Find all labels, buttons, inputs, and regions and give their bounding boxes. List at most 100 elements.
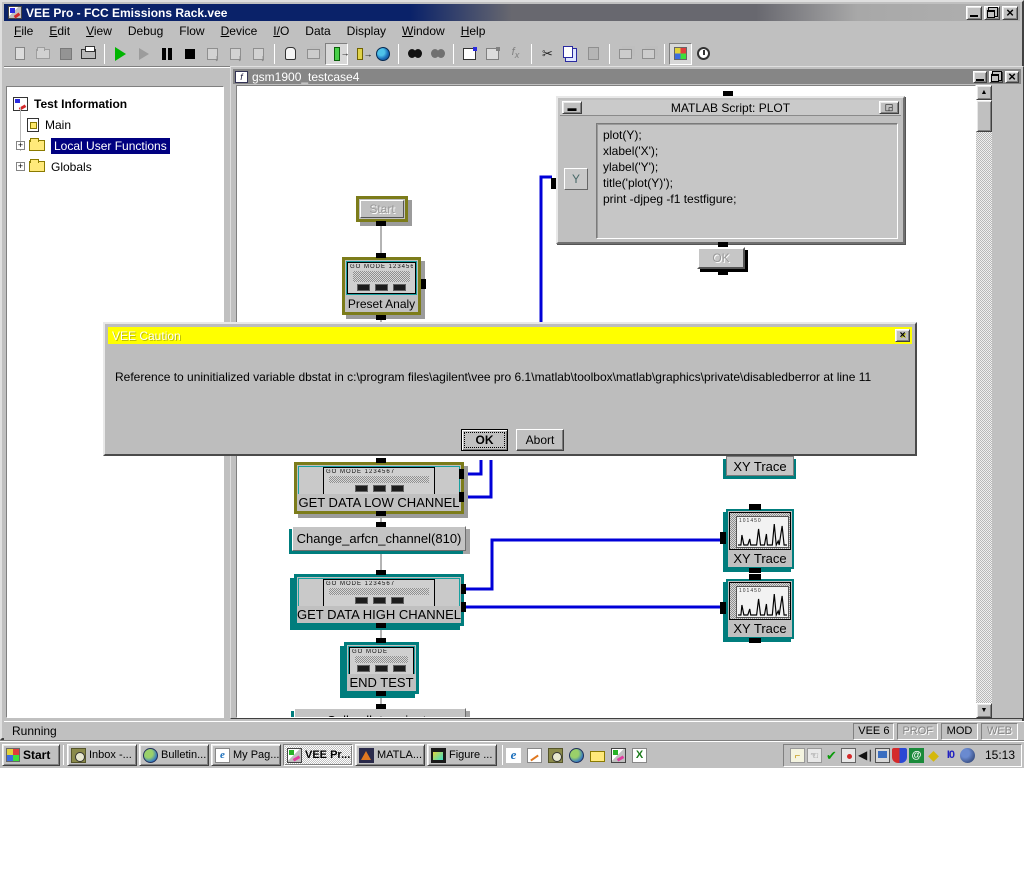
- script-maximize-button[interactable]: ◲: [879, 101, 899, 114]
- function-icon[interactable]: fx: [504, 43, 527, 65]
- network-monitor-icon[interactable]: [841, 748, 856, 763]
- task-my-page[interactable]: eMy Pag...: [211, 744, 281, 766]
- stop-icon[interactable]: [178, 43, 201, 65]
- dialog-close-icon[interactable]: ×: [895, 329, 910, 342]
- input-terminal-y[interactable]: Y: [564, 168, 588, 190]
- task-matlab[interactable]: MATLA...: [355, 744, 425, 766]
- scanner-check-icon[interactable]: ✔: [824, 748, 839, 763]
- mail-compose-icon[interactable]: [527, 748, 542, 763]
- script-minimize-button[interactable]: ▬: [562, 101, 582, 114]
- restore-button[interactable]: [984, 6, 1000, 20]
- expand-icon[interactable]: +: [16, 141, 25, 150]
- get-data-high-channel-object[interactable]: GO MODE 1234567 GET DATA HIGH CHANNEL: [294, 574, 464, 626]
- menu-window[interactable]: Window: [394, 22, 453, 40]
- xy-trace-3-object[interactable]: 101450 XY Trace: [726, 579, 794, 639]
- change-arfcn-channel-call[interactable]: Change_arfcn_channel(810): [292, 526, 466, 551]
- tree-item-local-user-functions[interactable]: + Local User Functions: [7, 135, 223, 156]
- at-mail-icon[interactable]: @: [909, 748, 924, 763]
- volume-icon[interactable]: ◀∣: [858, 748, 873, 763]
- step-out-icon[interactable]: [247, 43, 270, 65]
- menu-debug[interactable]: Debug: [120, 22, 171, 40]
- resume-icon[interactable]: [132, 43, 155, 65]
- antivirus-shield-icon[interactable]: [892, 748, 907, 763]
- matlab-script-object[interactable]: ▬ MATLAB Script: PLOT ◲ Y plot(Y); xlabe…: [556, 96, 905, 244]
- tree-root[interactable]: Test Information: [7, 93, 223, 114]
- folder-icon[interactable]: [590, 751, 605, 762]
- web-icon[interactable]: [371, 43, 394, 65]
- menu-view[interactable]: View: [78, 22, 120, 40]
- tree-item-globals[interactable]: + Globals: [7, 156, 223, 177]
- menu-file[interactable]: File: [6, 22, 41, 40]
- io-monitor-icon[interactable]: I0: [943, 748, 958, 763]
- preset-analyzer-object[interactable]: GO MODE 1234567 Preset Analy: [342, 257, 421, 315]
- pan-icon[interactable]: [279, 43, 302, 65]
- pointer-device-icon[interactable]: ☜: [807, 748, 822, 763]
- graphics-utility-icon[interactable]: ◆: [926, 748, 941, 763]
- save-icon[interactable]: [54, 43, 77, 65]
- step-over-icon[interactable]: [224, 43, 247, 65]
- default-preferences-icon[interactable]: [481, 43, 504, 65]
- find-icon[interactable]: [403, 43, 426, 65]
- display-settings-icon[interactable]: [875, 748, 890, 763]
- xy-trace-2-object[interactable]: 101450 XY Trace: [726, 509, 794, 569]
- menu-display[interactable]: Display: [339, 22, 394, 40]
- ok-confirm-object[interactable]: OK: [697, 247, 745, 269]
- cut-icon[interactable]: ✂: [536, 43, 559, 65]
- create-userobject-icon[interactable]: [614, 43, 637, 65]
- child-close-button[interactable]: [1005, 71, 1019, 83]
- xy-trace-1-object[interactable]: XY Trace: [726, 456, 794, 476]
- paste-icon[interactable]: [582, 43, 605, 65]
- scroll-down-icon[interactable]: ▼: [976, 703, 992, 718]
- scroll-up-icon[interactable]: ▲: [976, 85, 992, 100]
- copy-icon[interactable]: [559, 43, 582, 65]
- menu-device[interactable]: Device: [213, 22, 266, 40]
- end-test-object[interactable]: GO MODE END TEST: [344, 642, 419, 694]
- expand-icon[interactable]: +: [16, 162, 25, 171]
- security-key-icon[interactable]: ⌐: [790, 748, 805, 763]
- time-sync-icon[interactable]: [960, 748, 975, 763]
- matlab-code-editor[interactable]: plot(Y); xlabel('X'); ylabel('Y'); title…: [596, 123, 898, 239]
- netscape-icon[interactable]: [569, 748, 584, 763]
- clone-window-icon[interactable]: [302, 43, 325, 65]
- dialog-abort-button[interactable]: Abort: [516, 429, 564, 451]
- get-data-low-channel-object[interactable]: GO MODE 1234567 GET DATA LOW CHANNEL: [294, 462, 464, 514]
- new-icon[interactable]: [8, 43, 31, 65]
- child-minimize-button[interactable]: [973, 71, 987, 83]
- open-icon[interactable]: [31, 43, 54, 65]
- task-bulletin[interactable]: Bulletin...: [139, 744, 209, 766]
- tree-item-main[interactable]: Main: [7, 114, 223, 135]
- print-icon[interactable]: [77, 43, 100, 65]
- panel-view-icon[interactable]: [669, 43, 692, 65]
- menu-help[interactable]: Help: [453, 22, 494, 40]
- scheduler-icon[interactable]: [548, 748, 563, 763]
- find-next-icon[interactable]: [426, 43, 449, 65]
- task-inbox[interactable]: Inbox -...: [67, 744, 137, 766]
- taskbar-clock[interactable]: 15:13: [977, 748, 1015, 762]
- menu-io[interactable]: I/O: [265, 22, 297, 40]
- task-vee-pro[interactable]: VEE Pr...: [283, 744, 353, 766]
- vertical-scrollbar[interactable]: ▲ ▼: [976, 85, 992, 718]
- properties-icon[interactable]: [458, 43, 481, 65]
- minimize-button[interactable]: [966, 6, 982, 20]
- pause-icon[interactable]: [155, 43, 178, 65]
- close-button[interactable]: [1002, 6, 1018, 20]
- vee-launcher-icon[interactable]: [611, 748, 626, 763]
- menu-edit[interactable]: Edit: [41, 22, 78, 40]
- insert-terminal-icon[interactable]: [325, 43, 348, 65]
- task-figure[interactable]: Figure ...: [427, 744, 497, 766]
- step-into-icon[interactable]: [201, 43, 224, 65]
- child-restore-button[interactable]: [989, 71, 1003, 83]
- scroll-thumb[interactable]: [976, 100, 992, 132]
- run-icon[interactable]: [109, 43, 132, 65]
- start-button[interactable]: Start: [2, 744, 60, 766]
- ungroup-icon[interactable]: [637, 43, 660, 65]
- add-terminal-icon[interactable]: [348, 43, 371, 65]
- internet-explorer-icon[interactable]: e: [506, 748, 521, 763]
- menu-flow[interactable]: Flow: [171, 22, 212, 40]
- profiler-icon[interactable]: [692, 43, 715, 65]
- menu-data[interactable]: Data: [297, 22, 338, 40]
- call-terminate-call[interactable]: Call call_terminate: [294, 708, 466, 718]
- start-object[interactable]: Start: [356, 196, 408, 222]
- dialog-ok-button[interactable]: OK: [461, 429, 508, 451]
- excel-icon[interactable]: X: [632, 748, 647, 763]
